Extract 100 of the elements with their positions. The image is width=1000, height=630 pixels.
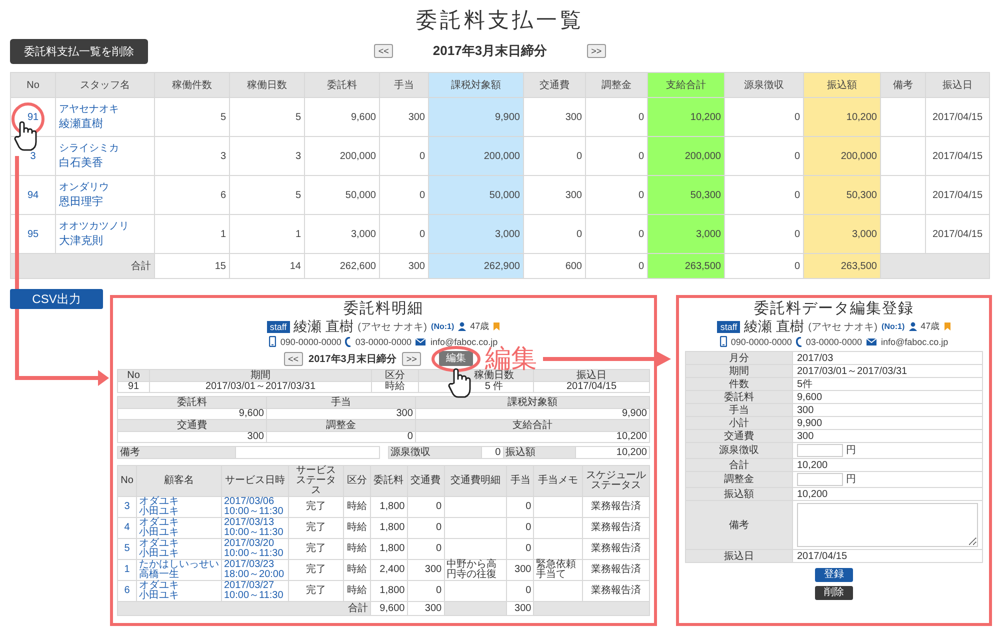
- staff-kana-link[interactable]: オンダリウ: [59, 182, 151, 193]
- staff-name-link[interactable]: 白石美香: [59, 158, 151, 169]
- customer-kana-link[interactable]: オダユキ: [138, 581, 219, 591]
- staff-name-link[interactable]: 綾瀬直樹: [59, 119, 151, 130]
- total-cell: 262,600: [304, 254, 380, 278]
- table-cell: 0: [524, 136, 586, 176]
- mobile-phone-icon: [720, 336, 727, 347]
- customer-name-link[interactable]: 小田ユキ: [138, 528, 219, 538]
- customer-name-link[interactable]: 高橋一生: [138, 570, 219, 580]
- customer-kana-link[interactable]: オダユキ: [138, 518, 219, 528]
- next-period-button[interactable]: >>: [587, 44, 606, 58]
- hand-cursor-icon: [13, 121, 37, 151]
- column-header: 稼働件数: [154, 72, 230, 98]
- table-cell: 時給: [343, 518, 370, 538]
- service-time-link[interactable]: 10:00～11:30: [224, 507, 286, 517]
- table-cell: 1: [154, 214, 230, 254]
- service-date-link[interactable]: 2017/03/27: [224, 581, 286, 591]
- table-cell: 時給: [343, 496, 370, 518]
- bookmark-icon: [944, 322, 951, 331]
- total-cell: 14: [230, 254, 304, 278]
- staff-kana-link[interactable]: シライシミカ: [59, 143, 151, 154]
- mobile-phone-icon: [269, 336, 276, 347]
- table-cell: 0: [524, 214, 586, 254]
- table-cell: 2017/04/15: [926, 176, 990, 214]
- column-header: 期間: [150, 370, 372, 382]
- table-cell: 5: [230, 176, 304, 214]
- table-cell: 0: [481, 446, 504, 458]
- delete-button[interactable]: 削除: [815, 586, 853, 600]
- service-time-link[interactable]: 10:00～11:30: [224, 549, 286, 559]
- service-time-link[interactable]: 10:00～11:30: [224, 528, 286, 538]
- customer-name-link[interactable]: 小田ユキ: [138, 591, 219, 601]
- email-address: info@faboc.co.jp: [880, 336, 948, 346]
- table-cell: 9,600: [304, 98, 380, 136]
- row-header: 備考: [686, 500, 792, 550]
- table-cell: 300: [118, 432, 266, 442]
- staff-kana: (アヤセ ナオキ): [358, 320, 428, 334]
- customer-name-link[interactable]: 小田ユキ: [138, 549, 219, 559]
- staff-age: 47歳: [920, 320, 940, 333]
- service-date-link[interactable]: 2017/03/23: [224, 560, 286, 570]
- row-number-link[interactable]: 1: [118, 560, 136, 580]
- staff-name: 綾瀬 直樹: [744, 319, 804, 334]
- row-header: 源泉徴収: [388, 446, 482, 458]
- row-number-link[interactable]: 3: [118, 496, 136, 518]
- staff-name-link[interactable]: 恩田理宇: [59, 197, 151, 208]
- panel-title: 委託料データ編集登録: [753, 300, 915, 317]
- table-cell: 300: [407, 560, 444, 580]
- row-number-link[interactable]: 5: [118, 538, 136, 560]
- person-icon: [908, 322, 917, 331]
- row-header: 合計: [686, 458, 792, 472]
- delete-list-button[interactable]: 委託料支払一覧を削除: [10, 39, 148, 64]
- table-cell: 完了: [288, 496, 344, 518]
- table-cell: 2017/04/15: [926, 98, 990, 136]
- staff-name-link[interactable]: 大津克則: [59, 236, 151, 247]
- customer-kana-link[interactable]: オダユキ: [138, 497, 219, 507]
- column-header: 交通費: [118, 420, 266, 432]
- column-header: 手当: [506, 466, 534, 496]
- previous-period-button[interactable]: <<: [374, 44, 393, 58]
- customer-kana-link[interactable]: オダユキ: [138, 539, 219, 549]
- service-time-link[interactable]: 10:00～11:30: [224, 591, 286, 601]
- edit-button[interactable]: 編集: [438, 351, 473, 366]
- staff-kana-link[interactable]: アヤセナオキ: [59, 104, 151, 115]
- column-header: スタッフ名: [56, 72, 154, 98]
- customer-kana-link[interactable]: たかはしいっせい: [138, 560, 219, 570]
- table-cell: 時給: [372, 382, 418, 392]
- total-cell: 263,500: [648, 254, 724, 278]
- service-time-link[interactable]: 18:00～20:00: [224, 570, 286, 580]
- mail-icon: [415, 338, 426, 346]
- table-cell: 3,000: [428, 214, 524, 254]
- remarks-field[interactable]: [797, 503, 978, 547]
- field-value: 2017/03: [792, 352, 982, 364]
- table-cell: 200,000: [648, 136, 724, 176]
- row-number-link[interactable]: 94: [10, 176, 56, 214]
- amount-field[interactable]: [797, 473, 843, 486]
- table-cell: 業務報告済: [582, 560, 650, 580]
- field-value: 300: [792, 430, 982, 442]
- table-cell: 0: [407, 518, 444, 538]
- amount-field[interactable]: [797, 444, 843, 457]
- staff-name: 綾瀬 直樹: [294, 319, 354, 334]
- field-value: 2017/04/15: [792, 550, 982, 562]
- column-header: 振込日: [534, 370, 650, 382]
- table-cell: 10,200: [648, 98, 724, 136]
- table-cell: 300: [524, 98, 586, 136]
- service-date-link[interactable]: 2017/03/20: [224, 539, 286, 549]
- table-cell: 5: [154, 98, 230, 136]
- service-date-link[interactable]: 2017/03/06: [224, 497, 286, 507]
- service-date-link[interactable]: 2017/03/13: [224, 518, 286, 528]
- column-header: 委託料: [304, 72, 380, 98]
- column-header: 委託料: [370, 466, 408, 496]
- row-header: 源泉徴収: [686, 442, 792, 458]
- field-value: 5件: [792, 378, 982, 390]
- customer-name-link[interactable]: 小田ユキ: [138, 507, 219, 517]
- hand-cursor-icon: [447, 368, 471, 398]
- total-cell: 300: [407, 602, 444, 616]
- csv-export-button[interactable]: CSV出力: [10, 289, 103, 309]
- table-cell: 300: [506, 560, 534, 580]
- row-number-link[interactable]: 4: [118, 518, 136, 538]
- register-button[interactable]: 登録: [815, 568, 853, 582]
- previous-period-button[interactable]: <<: [284, 352, 303, 366]
- staff-kana-link[interactable]: オオツカツノリ: [59, 221, 151, 232]
- next-period-button[interactable]: >>: [402, 352, 421, 366]
